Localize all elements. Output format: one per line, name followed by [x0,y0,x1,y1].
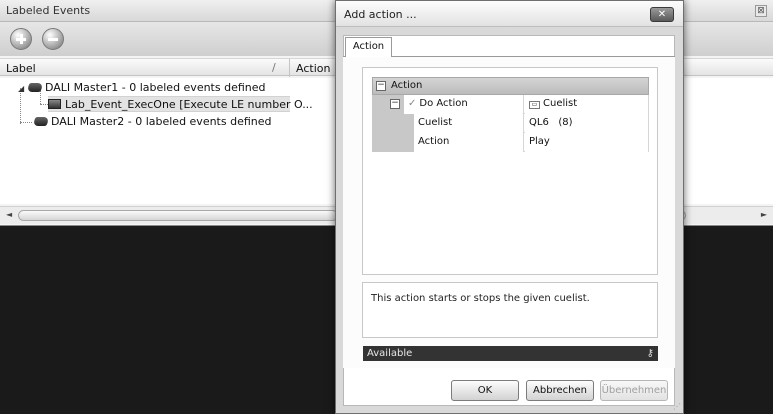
collapse-minus-icon[interactable]: − [390,99,400,109]
add-action-dialog: Add action ... ✕ Action − Action − ✓ Do A… [335,0,684,414]
column-action-header[interactable]: Action [296,62,330,75]
status-text: Available [367,348,413,359]
tree-item-dali-master1[interactable]: ◢ DALI Master1 - 0 labeled events defined [18,80,266,96]
property-name-label: Do Action [419,98,468,109]
cuelist-icon: ▭ [529,101,540,109]
apply-button[interactable]: Übernehmen [600,380,668,401]
property-category-action[interactable]: − Action [372,77,649,95]
dali-master-icon [32,117,50,126]
tree-guide-line [40,104,48,105]
tree-item-lab-event[interactable]: Lab_Event_ExecOne [Execute LE number O..… [48,96,313,112]
tree-item-label: DALI Master1 - 0 labeled events defined [45,81,266,94]
property-category-label: Action [391,80,423,91]
scroll-right-arrow-icon[interactable]: ► [761,210,767,219]
property-value[interactable]: QL6 (8) [525,114,649,133]
tree-guide-line [20,122,32,123]
status-bar: Available ⚷ [363,346,658,361]
panel-close-icon[interactable]: ⊠ [755,5,767,17]
property-name: Action [414,133,524,152]
remove-event-button[interactable] [42,28,64,50]
ok-button[interactable]: OK [451,380,519,401]
description-box: This action starts or stops the given cu… [362,282,658,338]
property-grid: − Action − ✓ Do Action ▭ Cuelist Cuelist Q… [372,77,649,152]
scroll-thumb[interactable] [18,210,338,221]
column-separator[interactable] [289,59,290,77]
tab-action[interactable]: Action [345,37,392,57]
cancel-button[interactable]: Abbrechen [526,380,594,401]
expand-triangle-icon[interactable]: ◢ [18,81,28,97]
property-value[interactable]: Play [525,133,649,152]
add-event-button[interactable] [10,28,32,50]
panel-title: Labeled Events [6,4,91,17]
description-text: This action starts or stops the given cu… [371,293,590,304]
dialog-close-icon[interactable]: ✕ [650,7,674,22]
checkmark-icon: ✓ [408,98,417,109]
collapse-minus-icon[interactable]: − [376,81,386,91]
property-value-label: Cuelist [543,98,578,109]
labeled-event-icon [48,99,61,109]
dialog-title: Add action ... [344,8,417,21]
property-gutter [372,133,414,152]
resize-grip-icon[interactable]: ⋰ [673,402,681,411]
property-row-cuelist[interactable]: Cuelist QL6 (8) [372,114,649,133]
property-row-do-action[interactable]: − ✓ Do Action ▭ Cuelist [372,95,649,114]
key-icon: ⚷ [646,348,654,359]
sort-indicator-icon: / [272,61,276,74]
property-value[interactable]: ▭ Cuelist [525,95,649,114]
minus-icon [48,38,58,41]
property-name: Cuelist [414,114,524,133]
property-gutter [372,114,414,133]
property-row-action[interactable]: Action Play [372,133,649,152]
tree-item-label: Lab_Event_ExecOne [Execute LE number O..… [65,98,313,111]
column-label-header[interactable]: Label [6,62,36,75]
dialog-titlebar[interactable]: Add action ... ✕ [336,1,683,27]
dali-master-icon [26,83,44,92]
property-name: ✓ Do Action [404,95,524,114]
tree-item-label: DALI Master2 - 0 labeled events defined [51,115,272,128]
plus-icon-v [20,34,23,44]
tree-item-dali-master2[interactable]: DALI Master2 - 0 labeled events defined [32,114,272,130]
scroll-left-arrow-icon[interactable]: ◄ [6,210,12,219]
